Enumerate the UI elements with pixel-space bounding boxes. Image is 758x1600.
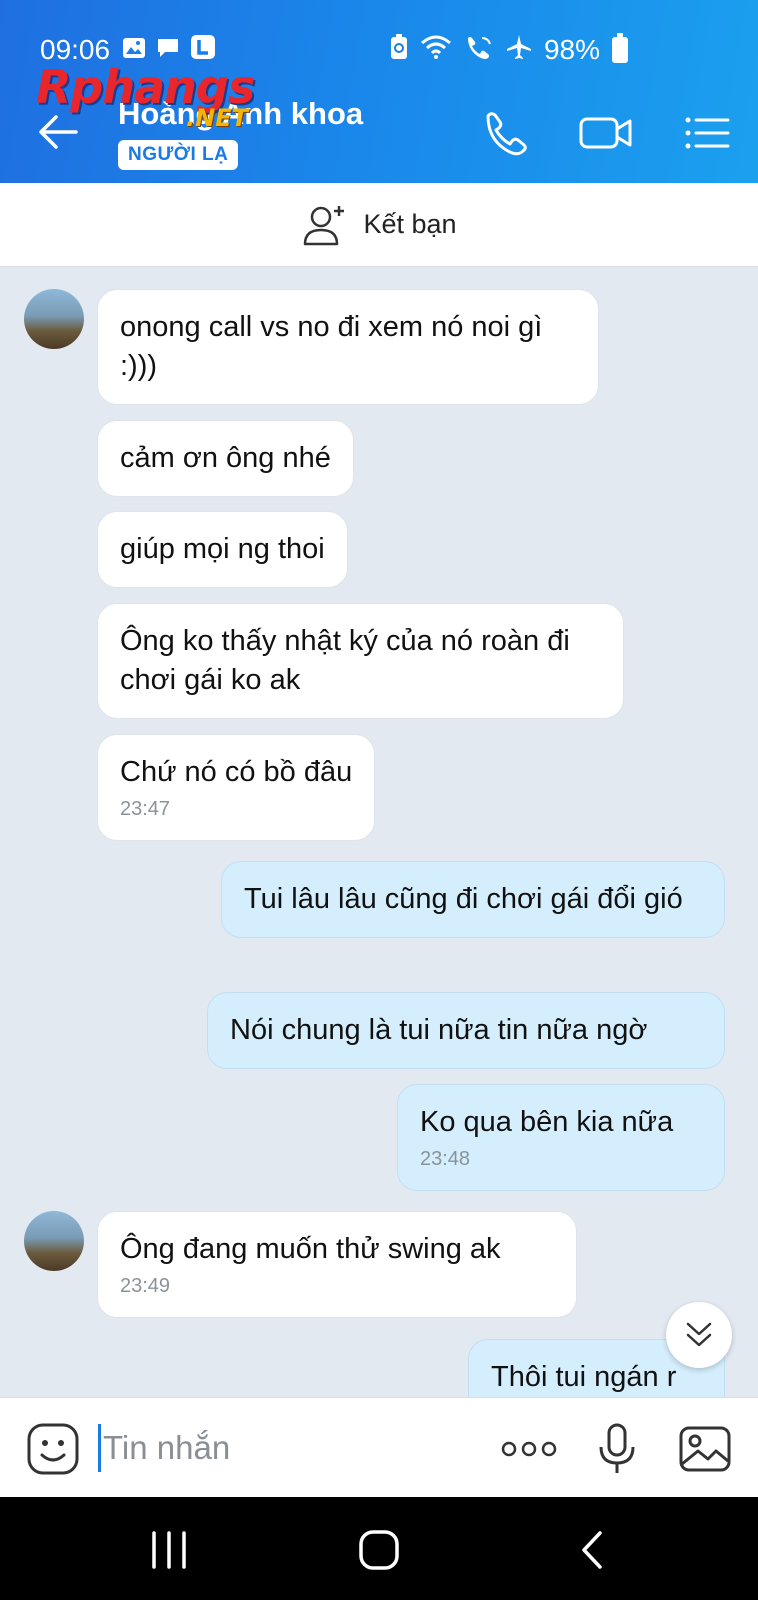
gallery-notification-icon bbox=[122, 34, 146, 66]
system-navigation-bar bbox=[0, 1497, 758, 1600]
menu-list-icon bbox=[685, 117, 730, 149]
message-time: 23:47 bbox=[120, 798, 171, 820]
more-options-button[interactable] bbox=[500, 1422, 558, 1476]
wifi-calling-icon bbox=[464, 34, 494, 67]
scroll-to-bottom-button[interactable] bbox=[666, 1302, 732, 1368]
message-bubble-received[interactable]: Chứ nó có bồ đâu 23:47 bbox=[97, 734, 376, 841]
options-menu-button[interactable] bbox=[682, 108, 736, 158]
sticker-button[interactable] bbox=[26, 1422, 80, 1476]
video-call-icon bbox=[579, 117, 632, 149]
message-text: onong call vs no đi xem nó noi gì :))) bbox=[120, 311, 543, 382]
call-button[interactable] bbox=[478, 108, 532, 158]
send-image-button[interactable] bbox=[678, 1422, 732, 1476]
message-list[interactable]: onong call vs no đi xem nó noi gì :))) c… bbox=[0, 267, 758, 1397]
stranger-badge: NGƯỜI LẠ bbox=[118, 140, 239, 170]
message-text: Ko qua bên kia nữa bbox=[420, 1106, 674, 1138]
system-back-button[interactable] bbox=[570, 1527, 616, 1573]
contact-avatar[interactable] bbox=[24, 289, 84, 349]
message-time: 23:49 bbox=[120, 1275, 171, 1297]
add-friend-label: Kết bạn bbox=[363, 209, 457, 239]
video-call-button[interactable] bbox=[578, 108, 632, 158]
back-button[interactable] bbox=[36, 110, 80, 154]
message-bubble-sent[interactable]: Tui lâu lâu cũng đi chơi gái đổi gió bbox=[221, 861, 725, 938]
battery-percent: 98% bbox=[543, 34, 600, 65]
app-notification-icon bbox=[190, 34, 216, 67]
message-bubble-sent[interactable]: Ko qua bên kia nữa 23:48 bbox=[397, 1084, 725, 1191]
contact-name[interactable]: Hoàng Anh khoa bbox=[118, 96, 363, 132]
message-bubble-received[interactable]: cảm ơn ông nhé bbox=[97, 420, 354, 497]
status-right: 98% bbox=[390, 30, 628, 70]
contact-avatar[interactable] bbox=[24, 1211, 84, 1271]
voice-message-button[interactable] bbox=[590, 1422, 644, 1476]
battery-saver-icon bbox=[390, 33, 408, 67]
message-text: Nói chung là tui nữa tin nữa ngờ bbox=[230, 1014, 648, 1046]
message-text: Chứ nó có bồ đâu bbox=[120, 756, 353, 788]
composer-bar: Tin nhắn bbox=[0, 1397, 758, 1497]
message-text: Ông ko thấy nhật ký của nó roàn đi chơi … bbox=[120, 625, 570, 696]
contact-info[interactable]: Hoàng Anh khoa NGƯỜI LẠ bbox=[118, 96, 363, 170]
add-friend-icon bbox=[304, 205, 345, 245]
battery-icon bbox=[612, 33, 628, 63]
message-bubble-received[interactable]: onong call vs no đi xem nó noi gì :))) bbox=[97, 289, 599, 405]
recent-apps-button[interactable] bbox=[146, 1527, 192, 1573]
message-bubble-received[interactable]: Ông đang muốn thử swing ak 23:49 bbox=[97, 1211, 577, 1318]
message-time: 23:48 bbox=[420, 1148, 471, 1170]
chat-notification-icon bbox=[156, 34, 180, 66]
more-dots-icon bbox=[501, 1441, 557, 1457]
chevron-left-icon bbox=[582, 1531, 602, 1569]
image-icon bbox=[679, 1426, 731, 1472]
wifi-icon bbox=[420, 34, 452, 66]
message-text: Thôi tui ngán r bbox=[491, 1361, 677, 1393]
home-icon bbox=[359, 1530, 399, 1570]
add-friend-button[interactable]: Kết bạn bbox=[0, 183, 758, 267]
recent-apps-icon bbox=[152, 1531, 186, 1569]
emoji-icon bbox=[27, 1423, 79, 1475]
call-icon bbox=[486, 112, 527, 156]
message-bubble-received[interactable]: Ông ko thấy nhật ký của nó roàn đi chơi … bbox=[97, 603, 624, 719]
message-bubble-received[interactable]: giúp mọi ng thoi bbox=[97, 511, 348, 588]
message-text: cảm ơn ông nhé bbox=[120, 442, 331, 474]
message-input[interactable]: Tin nhắn bbox=[98, 1424, 230, 1472]
status-bar: 09:06 98% bbox=[40, 30, 628, 70]
chat-header: 09:06 98% Hoàng Anh khoa NGƯỜI LẠ Rphang… bbox=[0, 0, 758, 183]
message-text: Ông đang muốn thử swing ak bbox=[120, 1233, 501, 1265]
message-text: giúp mọi ng thoi bbox=[120, 533, 325, 565]
microphone-icon bbox=[599, 1423, 635, 1473]
home-button[interactable] bbox=[356, 1527, 402, 1573]
airplane-mode-icon bbox=[506, 34, 532, 67]
message-bubble-sent[interactable]: Nói chung là tui nữa tin nữa ngờ bbox=[207, 992, 725, 1069]
double-chevron-down-icon bbox=[686, 1322, 712, 1347]
message-text: Tui lâu lâu cũng đi chơi gái đổi gió bbox=[244, 883, 683, 915]
arrow-left-icon bbox=[39, 115, 78, 149]
status-time: 09:06 bbox=[40, 34, 111, 65]
